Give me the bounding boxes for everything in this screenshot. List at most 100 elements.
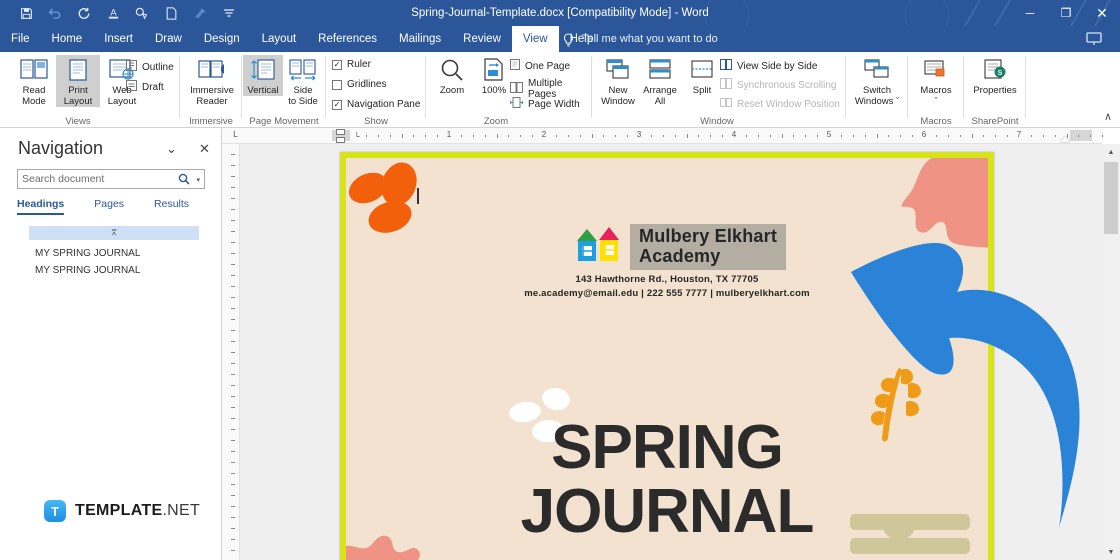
read-mode-button[interactable]: Read Mode <box>12 55 56 107</box>
collapse-ribbon-button[interactable]: ∧ <box>1104 110 1112 123</box>
ruler-tick <box>770 135 771 137</box>
template-net-watermark: T TEMPLATE.NET <box>44 500 200 522</box>
tab-selector-icon[interactable]: └ <box>231 131 237 141</box>
first-line-indent-marker[interactable] <box>336 129 345 135</box>
navigation-collapse-icon[interactable]: ⌄ <box>166 141 177 157</box>
ribbon-display-options-icon[interactable] <box>1084 30 1104 48</box>
side-to-side-button[interactable]: Side to Side <box>283 55 323 107</box>
quick-access-toolbar[interactable]: A <box>18 0 237 26</box>
gridlines-label: Gridlines <box>347 79 387 90</box>
draft-item[interactable]: Draft <box>126 80 164 94</box>
scroll-up-arrow-icon[interactable]: ▲ <box>1102 144 1120 160</box>
group-label-immersive: Immersive <box>189 116 233 127</box>
vertical-ruler-tick <box>231 396 235 397</box>
scrollbar-thumb[interactable] <box>1104 162 1118 234</box>
vertical-ruler-tick <box>231 165 235 166</box>
text-color-icon[interactable]: A <box>105 5 121 21</box>
ruler-tick <box>865 135 866 137</box>
tab-design[interactable]: Design <box>193 26 251 52</box>
print-layout-button[interactable]: Print Layout <box>56 55 100 107</box>
properties-button[interactable]: S Properties <box>969 55 1021 96</box>
ruler-number: 1 <box>446 130 452 139</box>
nav-tab-pages[interactable]: Pages <box>94 198 124 215</box>
navigation-selected-heading[interactable]: ⩞ <box>29 226 199 240</box>
vertical-ruler-tick <box>231 231 235 232</box>
ruler-tick <box>698 135 699 137</box>
tab-mailings[interactable]: Mailings <box>388 26 452 52</box>
ruler-tick <box>1055 135 1056 137</box>
split-label: Split <box>692 85 712 96</box>
ribbon-tabs[interactable]: File Home Insert Draw Design Layout Refe… <box>0 26 604 52</box>
tell-me-search[interactable]: Tell me what you want to do <box>562 26 718 52</box>
zoom-button[interactable]: Zoom <box>430 55 474 96</box>
switch-windows-button[interactable]: Switch Windows ˇ <box>850 55 904 107</box>
ruler-tick <box>817 135 818 137</box>
arrange-all-label-2: All <box>654 96 666 107</box>
document-canvas[interactable]: Mulbery Elkhart Academy 143 Hawthorne Rd… <box>240 144 1102 560</box>
navigation-heading-item[interactable]: MY SPRING JOURNAL <box>35 248 140 259</box>
window-controls[interactable]: ─ ❐ ✕ <box>1012 0 1120 26</box>
customize-quick-access-toolbar-icon[interactable] <box>221 5 237 21</box>
view-side-by-side-item[interactable]: View Side by Side <box>720 59 817 73</box>
ruler-tick <box>485 135 486 137</box>
page-content[interactable]: Mulbery Elkhart Academy 143 Hawthorne Rd… <box>346 158 988 560</box>
navigation-heading-item[interactable]: MY SPRING JOURNAL <box>35 265 140 276</box>
nav-tab-results[interactable]: Results <box>154 198 189 215</box>
undo-icon[interactable] <box>47 5 63 21</box>
split-button[interactable]: Split <box>680 55 724 96</box>
right-indent-marker[interactable] <box>1060 136 1070 142</box>
tab-file[interactable]: File <box>0 26 41 52</box>
tab-review[interactable]: Review <box>452 26 512 52</box>
tab-home[interactable]: Home <box>41 26 94 52</box>
one-page-item[interactable]: One Page <box>510 59 570 73</box>
web-layout-label-2: Layout <box>107 96 137 107</box>
tab-insert[interactable]: Insert <box>93 26 144 52</box>
ruler-tick <box>805 135 806 137</box>
new-file-icon[interactable] <box>163 5 179 21</box>
white-petal-decoration <box>540 385 572 413</box>
minimize-button[interactable]: ─ <box>1012 0 1048 26</box>
new-window-button[interactable]: New Window <box>596 55 640 107</box>
tab-stop-left-marker[interactable]: └ <box>354 132 360 141</box>
touch-mode-icon[interactable] <box>134 5 150 21</box>
immersive-reader-button[interactable]: Immersive Reader <box>185 55 239 107</box>
search-options-chevron-down-icon[interactable]: ▾ <box>196 176 200 184</box>
scroll-down-arrow-icon[interactable]: ▼ <box>1102 544 1120 560</box>
page-width-item[interactable]: Page Width <box>509 97 580 111</box>
ruler-tick <box>615 135 616 137</box>
vertical-scrollbar[interactable]: ▲ ▼ <box>1102 144 1120 560</box>
ruler-tick <box>722 135 723 137</box>
outline-item[interactable]: Outline <box>126 60 174 74</box>
navigation-close-icon[interactable]: ✕ <box>199 141 210 157</box>
close-button[interactable]: ✕ <box>1084 0 1120 26</box>
nav-tab-headings[interactable]: Headings <box>17 198 65 215</box>
ruler-checkbox[interactable]: ✓ Ruler <box>332 59 371 70</box>
document-title: SPRING JOURNAL <box>346 416 988 544</box>
tab-layout[interactable]: Layout <box>251 26 308 52</box>
document-page[interactable]: Mulbery Elkhart Academy 143 Hawthorne Rd… <box>340 152 994 560</box>
vertical-ruler-tick <box>231 363 235 364</box>
navigation-tabs[interactable]: Headings Pages Results <box>17 198 189 215</box>
format-painter-icon[interactable] <box>192 5 208 21</box>
tab-draw[interactable]: Draw <box>144 26 193 52</box>
gridlines-checkbox[interactable]: Gridlines <box>332 79 386 90</box>
new-window-label-2: Window <box>601 96 635 107</box>
vertical-button[interactable]: Vertical <box>243 55 283 96</box>
ruler-tick <box>877 134 878 138</box>
search-icon[interactable] <box>178 173 190 188</box>
arrange-all-label-1: Arrange <box>643 85 677 96</box>
save-icon[interactable] <box>18 5 34 21</box>
macros-button[interactable]: Macros ˇ <box>913 55 959 107</box>
search-document-input[interactable]: Search document ▾ <box>17 169 205 189</box>
arrange-all-button[interactable]: Arrange All <box>638 55 682 107</box>
maximize-button[interactable]: ❐ <box>1048 0 1084 26</box>
vertical-ruler[interactable] <box>222 144 240 560</box>
vertical-ruler-tick <box>231 275 235 276</box>
tab-view[interactable]: View <box>511 26 559 52</box>
hanging-indent-marker[interactable] <box>336 137 345 143</box>
tab-references[interactable]: References <box>307 26 388 52</box>
ruler-tick <box>508 135 509 137</box>
redo-icon[interactable] <box>76 5 92 21</box>
horizontal-ruler[interactable]: 1 2 3 4 5 6 7 └ <box>222 128 1103 144</box>
navigation-pane-checkbox[interactable]: ✓ Navigation Pane <box>332 99 420 110</box>
